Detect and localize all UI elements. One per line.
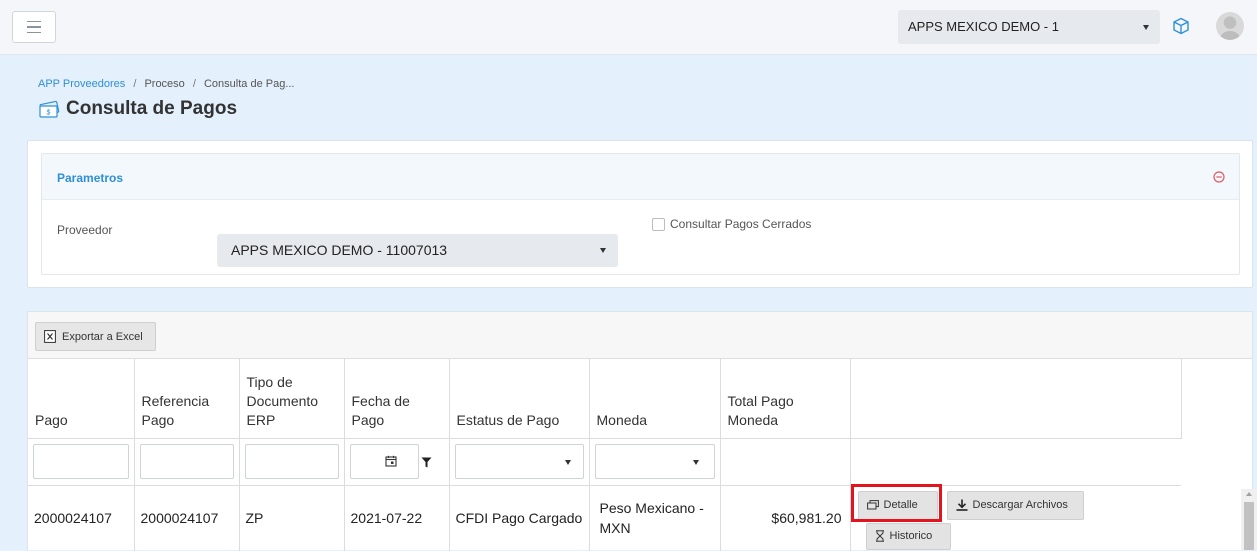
breadcrumb-separator: / [192, 78, 196, 90]
column-header-line: Documento [246, 392, 319, 409]
breadcrumb: APP Proveedores / Proceso / Consulta de … [38, 78, 295, 90]
checkbox-box[interactable] [652, 217, 665, 231]
chevron-down-icon [1143, 25, 1149, 30]
column-header-line: Total Pago [727, 392, 794, 409]
consultar-pagos-cerrados-checkbox[interactable]: Consultar Pagos Cerrados [652, 217, 811, 231]
column-header-actions [850, 359, 1182, 439]
cell-estatus: CFDI Pago Cargado [449, 485, 590, 551]
proveedor-select-value: APPS MEXICO DEMO - 11007013 [231, 242, 448, 258]
filter-pago-input[interactable] [33, 444, 129, 479]
column-header-line: Tipo de [246, 373, 293, 390]
historico-label: Historico [889, 530, 933, 542]
filter-cell [449, 438, 590, 486]
filter-cell [589, 438, 721, 486]
column-header-total[interactable]: Total Pago Moneda [720, 359, 851, 439]
grid-scrollbar[interactable] [1241, 489, 1257, 550]
column-header-line: Pago [35, 411, 68, 428]
parameters-panel: Parametros Proveedor APPS MEXICO DEMO - … [41, 153, 1240, 275]
column-header-line: Moneda [727, 411, 779, 428]
payment-icon: $ [39, 100, 60, 118]
page-title: $ Consulta de Pagos [38, 98, 237, 120]
column-header-line: Fecha de [351, 392, 410, 409]
avatar[interactable] [1216, 12, 1244, 40]
filter-cell [344, 438, 450, 486]
cell-fecha: 2021-07-22 [344, 485, 450, 551]
column-header-line: ERP [246, 411, 276, 428]
column-header-line: Pago [141, 411, 175, 428]
column-header-estatus[interactable]: Estatus de Pago [449, 359, 590, 439]
cube-icon[interactable] [1172, 17, 1190, 35]
table-row[interactable]: 2000024107 2000024107 ZP 2021-07-22 CFDI… [28, 485, 1181, 551]
column-header-referencia-pago[interactable]: Referencia Pago [134, 359, 240, 439]
cell-tipo: ZP [239, 485, 345, 551]
breadcrumb-item-proceso[interactable]: Proceso [144, 78, 184, 90]
filter-tipo-input[interactable] [244, 444, 339, 479]
filter-fecha-input[interactable] [349, 444, 419, 479]
checkbox-label: Consultar Pagos Cerrados [670, 217, 812, 231]
header-row: Pago Referencia Pago Tipo de Documento ERP … [28, 359, 1182, 439]
cell-moneda-line: MXN [599, 520, 631, 537]
filter-moneda-select[interactable] [594, 444, 715, 479]
column-header-pago[interactable]: Pago [28, 359, 135, 439]
top-bar: APPS MEXICO DEMO - 1 [0, 0, 1257, 55]
column-header-fecha-pago[interactable]: Fecha de Pago [344, 359, 450, 439]
chevron-down-icon [692, 460, 699, 465]
payments-grid: Exportar a Excel Pago Referencia Pago Tip… [27, 311, 1253, 551]
filter-cell [239, 438, 345, 486]
breadcrumb-item-app-proveedores[interactable]: APP Proveedores [38, 78, 125, 90]
detalle-highlight-box [851, 484, 942, 522]
descargar-archivos-label: Descargar Archivos [972, 499, 1068, 511]
column-header-line: Pago [351, 411, 385, 428]
company-select-value: APPS MEXICO DEMO - 1 [908, 19, 1059, 34]
excel-icon [44, 330, 56, 343]
filter-referencia-input[interactable] [139, 444, 234, 479]
proveedor-select[interactable]: APPS MEXICO DEMO - 11007013 [217, 234, 618, 267]
proveedor-label: Proveedor [57, 223, 113, 237]
filter-estatus-select[interactable] [454, 444, 584, 479]
filter-cell [134, 438, 240, 486]
calendar-icon[interactable] [384, 455, 397, 467]
breadcrumb-item-current: Consulta de Pag... [203, 78, 295, 90]
chevron-down-icon [600, 248, 606, 253]
export-excel-button[interactable]: Exportar a Excel [35, 322, 156, 351]
historico-button[interactable]: Historico [865, 522, 951, 550]
download-icon [956, 499, 967, 511]
descargar-archivos-button[interactable]: Descargar Archivos [946, 490, 1084, 520]
cell-moneda: Peso Mexicano - MXN [589, 485, 721, 551]
column-header-line: Referencia [141, 392, 210, 409]
collapse-icon[interactable] [1213, 171, 1225, 183]
scroll-up-icon[interactable] [1246, 492, 1252, 496]
parameters-header[interactable]: Parametros [42, 154, 1239, 200]
breadcrumb-separator: / [133, 78, 137, 90]
parameters-card: Parametros Proveedor APPS MEXICO DEMO - … [27, 140, 1253, 288]
payments-table: Pago Referencia Pago Tipo de Documento ERP … [28, 359, 1182, 551]
filter-cell [850, 438, 1181, 486]
page-title-text: Consulta de Pagos [66, 98, 238, 119]
column-header-tipo-documento[interactable]: Tipo de Documento ERP [239, 359, 345, 439]
chevron-down-icon [564, 460, 571, 465]
filter-icon[interactable] [421, 457, 432, 468]
column-header-line: Moneda [596, 411, 648, 428]
cell-referencia: 2000024107 [134, 485, 240, 551]
hourglass-icon [875, 530, 884, 542]
export-excel-label: Exportar a Excel [62, 330, 143, 343]
column-header-moneda[interactable]: Moneda [589, 359, 721, 439]
menu-toggle-button[interactable] [12, 11, 56, 43]
cell-total: $60,981.20 [720, 485, 851, 551]
grid-toolbar: Exportar a Excel [28, 312, 1252, 359]
column-header-line: Estatus de Pago [456, 411, 560, 428]
scrollbar-thumb[interactable] [1244, 502, 1254, 550]
filter-row [28, 438, 1181, 486]
svg-text:$: $ [47, 110, 51, 117]
filter-cell [720, 438, 851, 486]
cell-moneda-line: Peso Mexicano - [599, 500, 704, 517]
cell-pago: 2000024107 [28, 485, 135, 551]
parameters-title: Parametros [57, 171, 124, 185]
filter-cell [28, 438, 135, 486]
company-select[interactable]: APPS MEXICO DEMO - 1 [898, 10, 1160, 44]
